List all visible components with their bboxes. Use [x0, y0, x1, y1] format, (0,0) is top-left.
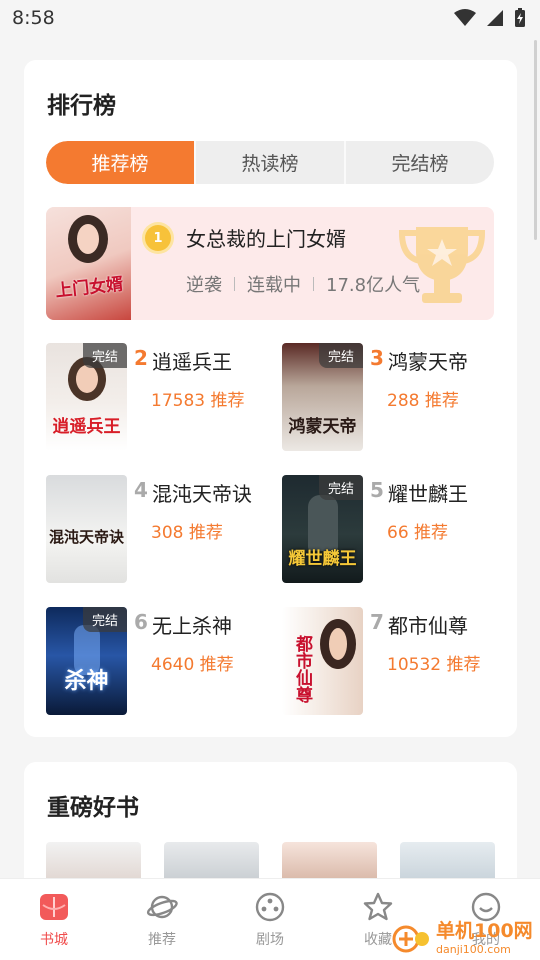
rank-number: 4	[134, 478, 148, 502]
ranked-book-4[interactable]: 混沌天帝诀 4 混沌天帝诀 308 推荐	[46, 475, 266, 585]
ranked-book-3[interactable]: 鸿蒙天帝 完结 3 鸿蒙天帝 288 推荐	[282, 343, 502, 453]
ranked-book-2[interactable]: 逍遥兵王 完结 2 逍遥兵王 17583 推荐	[46, 343, 266, 453]
scrollbar[interactable]	[534, 40, 537, 240]
completed-badge: 完结	[82, 607, 127, 632]
ranking-card: 排行榜 推荐榜 热读榜 完结榜 上门女婿 1 女总裁的上门女婿 逆袭 连载中 1…	[24, 60, 517, 737]
watermark: 单机100网 danji100.com	[392, 916, 540, 960]
book-recommend-count: 4640 推荐	[151, 655, 234, 675]
signal-icon	[487, 10, 503, 26]
status-bar: 8:58	[0, 0, 540, 36]
watermark-text: 单机100网	[436, 919, 533, 942]
book-cover-text: 混沌天帝诀	[48, 528, 124, 546]
nav-bookstore[interactable]: 书城	[0, 879, 108, 960]
rank-number: 5	[370, 478, 384, 502]
ranked-book-5[interactable]: 耀世麟王 完结 5 耀世麟王 66 推荐	[282, 475, 502, 585]
book-title: 耀世麟王	[388, 482, 468, 506]
tab-hot-read[interactable]: 热读榜	[196, 141, 346, 184]
film-reel-icon	[255, 892, 285, 922]
status-time: 8:58	[12, 7, 55, 29]
book-title: 都市仙尊	[388, 614, 468, 638]
book-title: 无上杀神	[152, 614, 232, 638]
book-recommend-count: 17583 推荐	[151, 391, 245, 411]
planet-icon	[146, 895, 178, 919]
book-recommend-count: 308 推荐	[151, 523, 223, 543]
book-recommend-count: 10532 推荐	[387, 655, 481, 675]
book-title: 鸿蒙天帝	[388, 350, 468, 374]
rank-number: 6	[134, 610, 148, 634]
completed-badge: 完结	[318, 343, 363, 368]
nav-recommend[interactable]: 推荐	[108, 879, 216, 960]
book-cover-text: 都市仙尊	[292, 635, 312, 703]
nav-label: 收藏	[364, 932, 392, 948]
wifi-icon	[454, 9, 476, 26]
top1-tag-popularity: 17.8亿人气	[326, 275, 421, 296]
watermark-url: danji100.com	[436, 942, 511, 956]
rank-number: 7	[370, 610, 384, 634]
book-recommend-count: 66 推荐	[387, 523, 449, 543]
top1-book-cover: 上门女婿	[46, 207, 131, 320]
rank-number: 2	[134, 346, 148, 370]
top1-book-banner[interactable]: 上门女婿 1 女总裁的上门女婿 逆袭 连载中 17.8亿人气	[46, 207, 494, 320]
book-cover-text: 耀世麟王	[288, 549, 357, 569]
heavy-books-title: 重磅好书	[47, 795, 139, 821]
battery-icon	[515, 8, 525, 27]
book-cover: 杀神 完结	[46, 607, 127, 715]
top1-tag-status: 连载中	[247, 275, 301, 296]
ranked-book-7[interactable]: 都市仙尊 7 都市仙尊 10532 推荐	[282, 607, 502, 717]
book-cover: 都市仙尊	[282, 607, 363, 715]
tab-completed[interactable]: 完结榜	[346, 141, 494, 184]
book-title: 混沌天帝诀	[152, 482, 252, 506]
book-title: 逍遥兵王	[152, 350, 232, 374]
book-cover-text: 逍遥兵王	[52, 417, 121, 437]
book-cover: 耀世麟王 完结	[282, 475, 363, 583]
top1-cover-text: 上门女婿	[54, 274, 125, 302]
star-icon	[363, 892, 393, 921]
ranked-book-6[interactable]: 杀神 完结 6 无上杀神 4640 推荐	[46, 607, 266, 717]
trophy-icon	[398, 227, 486, 303]
book-recommend-count: 288 推荐	[387, 391, 459, 411]
book-cover-text: 鸿蒙天帝	[288, 417, 357, 437]
book-cover: 逍遥兵王 完结	[46, 343, 127, 451]
book-cover-text: 杀神	[64, 668, 109, 694]
status-icons	[454, 8, 526, 28]
watermark-logo-icon	[392, 925, 429, 953]
top1-book-title: 女总裁的上门女婿	[186, 227, 346, 251]
book-cover: 混沌天帝诀	[46, 475, 127, 583]
completed-badge: 完结	[318, 475, 363, 500]
nav-theater[interactable]: 剧场	[216, 879, 324, 960]
book-cover: 鸿蒙天帝 完结	[282, 343, 363, 451]
nav-label: 书城	[40, 932, 68, 948]
book-icon	[40, 894, 68, 920]
rank-1-medal-icon: 1	[145, 225, 171, 251]
ranking-title: 排行榜	[47, 93, 116, 119]
rank-number: 3	[370, 346, 384, 370]
tab-recommend[interactable]: 推荐榜	[46, 141, 196, 184]
completed-badge: 完结	[82, 343, 127, 368]
top1-book-tags: 逆袭 连载中 17.8亿人气	[186, 271, 420, 297]
nav-label: 剧场	[256, 932, 284, 948]
nav-label: 推荐	[148, 932, 176, 948]
ranking-tabs: 推荐榜 热读榜 完结榜	[46, 141, 494, 184]
top1-tag-genre: 逆袭	[186, 275, 222, 296]
